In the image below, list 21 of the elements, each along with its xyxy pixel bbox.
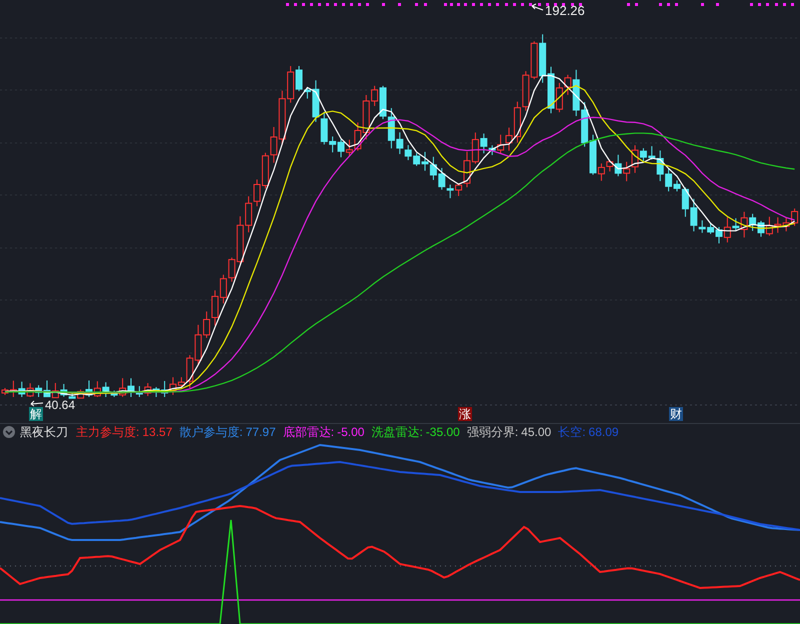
high-arrow-icon <box>532 4 544 10</box>
signal-marker: 涨 <box>458 407 472 421</box>
signal-marker: 解 <box>29 407 43 421</box>
indicator-label: 主力参与度: <box>76 426 140 438</box>
high-price-label: 192.26 <box>545 4 585 17</box>
low-price-label: 40.64 <box>45 399 76 411</box>
signal-marker: 财 <box>669 407 683 421</box>
indicator-label: 散户参与度: <box>179 426 243 438</box>
indicator-label: 洗盘雷达: <box>371 426 423 438</box>
indicator-label: 长空: <box>558 426 586 438</box>
indicator-name: 黑夜长刀 <box>20 426 68 438</box>
collapse-icon[interactable] <box>3 426 15 438</box>
indicator-value: -35.00 <box>426 426 460 438</box>
indicator-label: 底部雷达: <box>282 426 334 438</box>
indicator-value: 68.09 <box>588 426 619 438</box>
indicator-label: 强弱分界: <box>466 426 518 438</box>
indicator-value: 77.97 <box>246 426 276 438</box>
indicator-value: 45.00 <box>521 426 552 438</box>
indicator-value: 13.57 <box>142 426 172 438</box>
indicator-value: -5.00 <box>337 426 364 438</box>
low-arrow-icon <box>30 400 44 406</box>
